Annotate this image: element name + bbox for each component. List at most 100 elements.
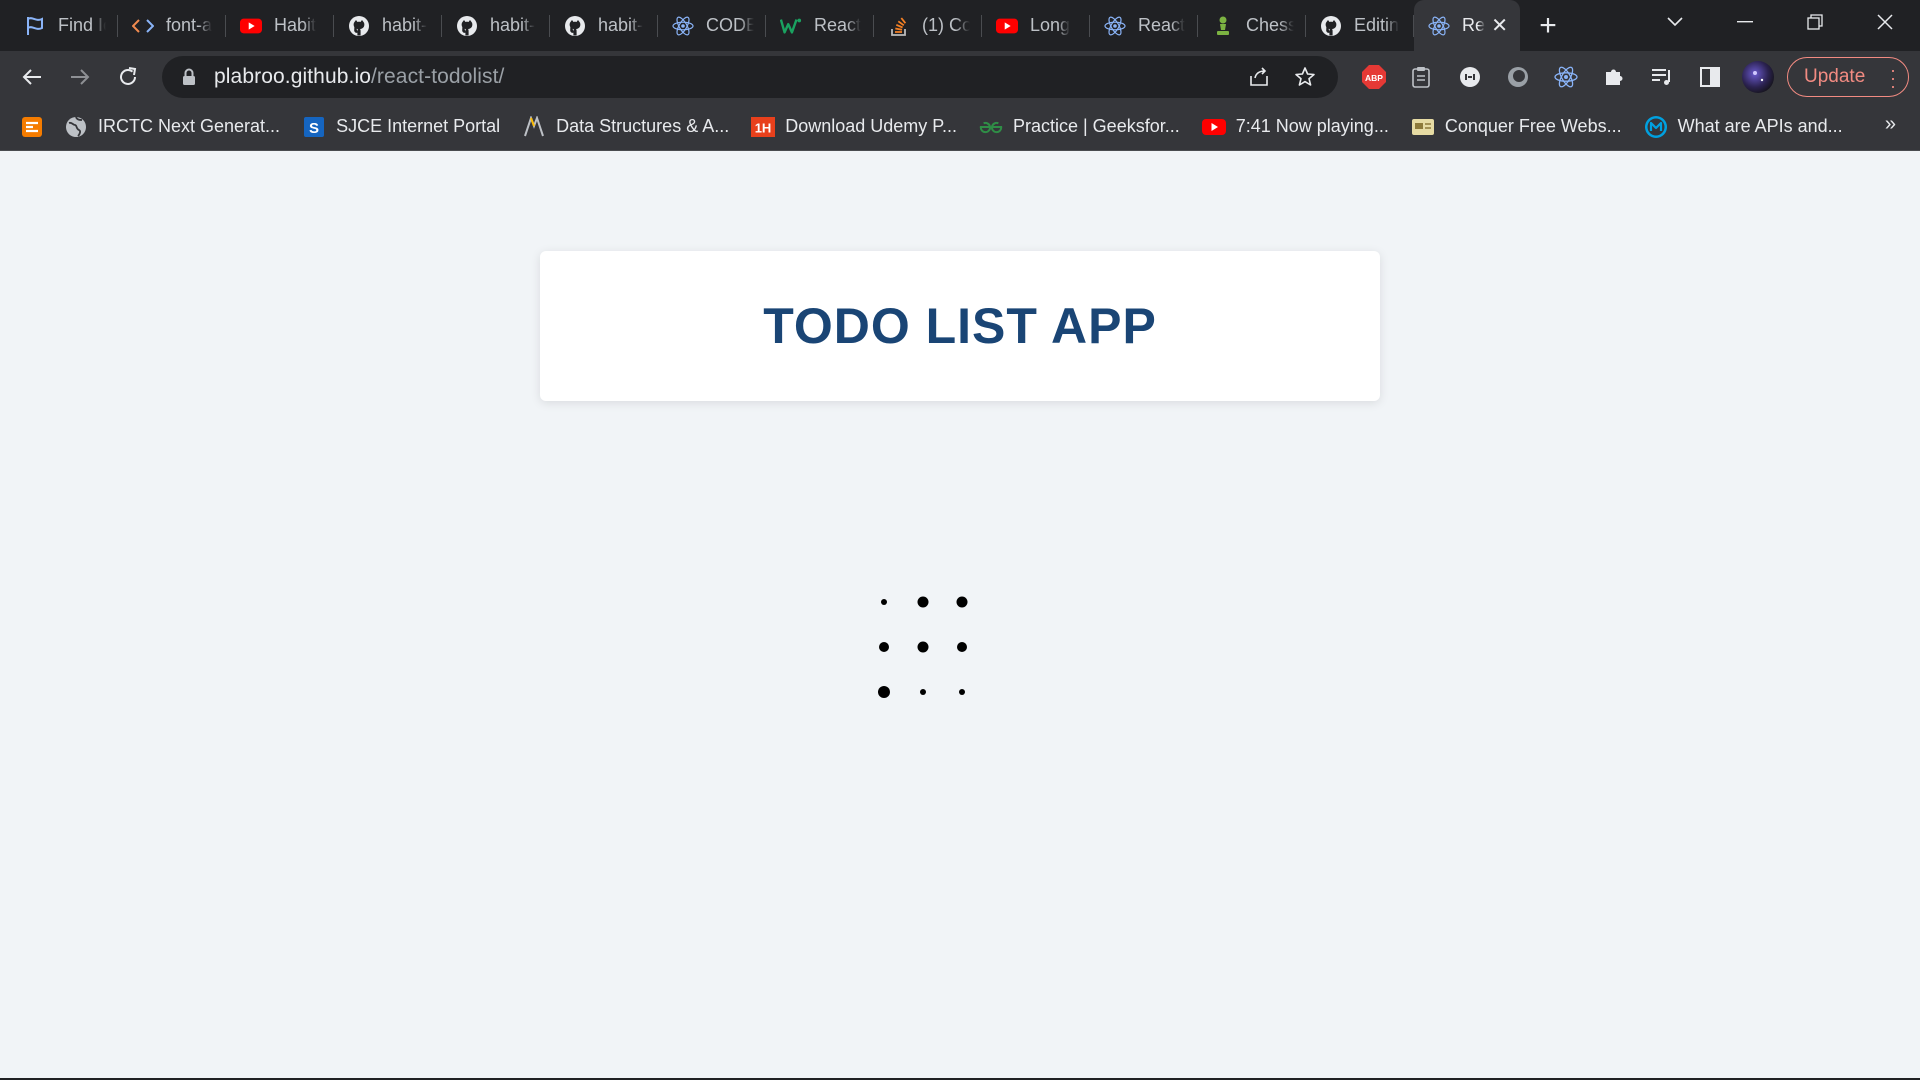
github-icon — [1320, 15, 1342, 37]
tab-label: habit- — [490, 15, 536, 35]
side-panel-icon[interactable] — [1686, 55, 1734, 99]
bookmark-label: Conquer Free Webs... — [1444, 116, 1622, 136]
url-host: plabroo.github.io — [214, 65, 371, 88]
tabs-container: Find Ic font-a Habit habit-habit-habit- CODE… — [0, 0, 1570, 51]
spinner-dot — [881, 599, 887, 605]
close-window-icon[interactable] — [1850, 0, 1920, 44]
share-icon[interactable] — [1236, 55, 1282, 99]
bookmark-label: Practice | Geeksfor... — [1012, 116, 1180, 136]
restore-icon[interactable] — [1780, 0, 1850, 44]
tab-label: React — [1138, 15, 1186, 35]
forward-icon[interactable] — [58, 55, 102, 99]
bookmarks-bar: IRCTC Next Generat... S SJCE Internet Port… — [0, 103, 1920, 151]
browser-tab[interactable]: habit- — [442, 0, 550, 51]
spinner-dot — [917, 596, 929, 608]
browser-tab[interactable]: Chess — [1198, 0, 1306, 51]
bookmark-label: IRCTC Next Generat... — [98, 116, 281, 136]
tab-search-icon[interactable] — [1640, 0, 1710, 44]
browser-tab[interactable]: React — [1090, 0, 1198, 51]
lock-icon[interactable] — [178, 66, 200, 88]
mulesoft-icon — [1644, 115, 1668, 139]
chess-pawn-icon — [1212, 15, 1234, 37]
browser-tab[interactable]: Editin — [1306, 0, 1414, 51]
extensions-area: ABP — [1350, 55, 1782, 99]
tab-label: Re — [1462, 15, 1486, 35]
tab-label: Editin — [1354, 15, 1400, 35]
back-icon[interactable] — [10, 55, 54, 99]
bookmark-item[interactable] — [20, 109, 54, 145]
browser-tab[interactable]: habit- — [334, 0, 442, 51]
reload-icon[interactable] — [106, 55, 150, 99]
spinner-dot — [878, 686, 890, 698]
extension-ring-icon[interactable] — [1494, 55, 1542, 99]
browser-tab-active[interactable]: Re ✕ — [1414, 0, 1520, 51]
spinner-dot — [956, 596, 968, 608]
spinner-dot — [920, 689, 926, 695]
orange-app-icon — [20, 115, 44, 139]
tab-strip: Find Ic font-a Habit habit-habit-habit- CODE… — [0, 0, 1920, 51]
browser-tab[interactable]: font-a — [118, 0, 226, 51]
github-icon — [348, 15, 370, 37]
menu-kebab-icon[interactable]: · · · — [1890, 61, 1896, 95]
react-icon — [1428, 15, 1450, 37]
bookmark-item[interactable]: IRCTC Next Generat... — [64, 109, 290, 145]
s-logo-icon: S — [302, 115, 326, 139]
bookmark-item[interactable]: Data Structures & A... — [522, 109, 739, 145]
tab-label: Chess — [1246, 15, 1294, 35]
globe-icon — [64, 115, 88, 139]
browser-tab[interactable]: habit- — [550, 0, 658, 51]
app-title: TODO LIST APP — [763, 298, 1157, 354]
clipboard-icon[interactable] — [1398, 55, 1446, 99]
tab-label: Long — [1030, 15, 1071, 35]
w-logo-icon — [780, 15, 802, 37]
app-header-card: TODO LIST APP — [540, 251, 1380, 401]
bookmark-item[interactable]: 1H Download Udemy P... — [751, 109, 967, 145]
profile-avatar-icon[interactable] — [1734, 55, 1782, 99]
minimize-icon[interactable] — [1710, 0, 1780, 44]
react-icon — [1104, 15, 1126, 37]
svg-text:1H: 1H — [755, 120, 772, 135]
tab-label: habit- — [598, 15, 644, 35]
browser-tab[interactable]: Habit — [226, 0, 334, 51]
adblock-icon[interactable]: ABP — [1350, 55, 1398, 99]
bookmark-item[interactable]: Practice | Geeksfor... — [979, 109, 1190, 145]
code-brackets-icon — [132, 15, 154, 37]
tab-label: React — [814, 15, 862, 35]
tab-label: font-a — [166, 15, 213, 35]
browser-tab[interactable]: CODE — [658, 0, 766, 51]
bookmark-label: 7:41 Now playing... — [1235, 116, 1389, 136]
media-playlist-icon[interactable] — [1638, 55, 1686, 99]
update-button[interactable]: Update · · · — [1787, 57, 1909, 97]
browser-tab[interactable]: Find Ic — [10, 0, 118, 51]
tab-label: Find Ic — [58, 15, 106, 35]
spinner-dot — [917, 641, 929, 653]
address-url: plabroo.github.io/react-todolist/ — [214, 65, 505, 89]
browser-tab[interactable]: (1) Co — [874, 0, 982, 51]
bookmark-item[interactable]: What are APIs and... — [1644, 109, 1853, 145]
browser-toolbar: plabroo.github.io/react-todolist/ ABP Up… — [0, 51, 1920, 103]
puzzle-icon[interactable] — [1590, 55, 1638, 99]
gfg-icon — [979, 115, 1003, 139]
react-devtools-icon[interactable] — [1542, 55, 1590, 99]
bookmark-item[interactable]: 7:41 Now playing... — [1201, 109, 1399, 145]
bookmark-item[interactable]: S SJCE Internet Portal — [302, 109, 510, 145]
browser-tab[interactable]: React — [766, 0, 874, 51]
bookmark-star-icon[interactable] — [1282, 55, 1328, 99]
page-viewport: TODO LIST APP — [0, 152, 1920, 1080]
browser-tab[interactable]: Long — [982, 0, 1090, 51]
close-tab-icon[interactable]: ✕ — [1491, 16, 1508, 36]
bookmark-label: Data Structures & A... — [556, 116, 730, 136]
bookmark-label: SJCE Internet Portal — [336, 116, 501, 136]
stackoverflow-icon — [888, 15, 910, 37]
youtube-icon — [996, 15, 1018, 37]
new-tab-button[interactable]: + — [1526, 4, 1570, 48]
bookmark-item[interactable]: Conquer Free Webs... — [1411, 109, 1632, 145]
extension-circle-icon[interactable] — [1446, 55, 1494, 99]
url-path: /react-todolist/ — [371, 65, 505, 88]
bookmark-label: Download Udemy P... — [785, 116, 957, 136]
bookmark-label: What are APIs and... — [1677, 116, 1843, 136]
bookmarks-overflow-icon[interactable]: » — [1885, 113, 1896, 136]
github-icon — [456, 15, 478, 37]
address-bar[interactable]: plabroo.github.io/react-todolist/ — [162, 56, 1338, 98]
tab-label: (1) Co — [922, 15, 970, 35]
